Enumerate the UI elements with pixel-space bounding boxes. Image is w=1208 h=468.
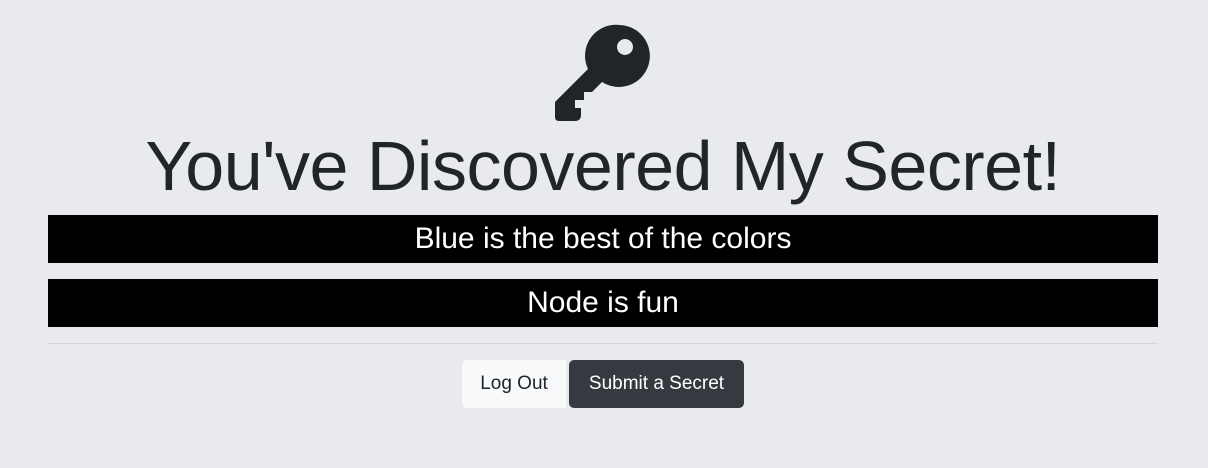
key-icon bbox=[554, 24, 652, 122]
secret-item: Node is fun bbox=[48, 279, 1158, 327]
page-title: You've Discovered My Secret! bbox=[145, 127, 1061, 205]
divider bbox=[48, 343, 1158, 344]
secret-item: Blue is the best of the colors bbox=[48, 215, 1158, 263]
submit-secret-button[interactable]: Submit a Secret bbox=[569, 360, 744, 408]
log-out-button[interactable]: Log Out bbox=[462, 360, 566, 408]
